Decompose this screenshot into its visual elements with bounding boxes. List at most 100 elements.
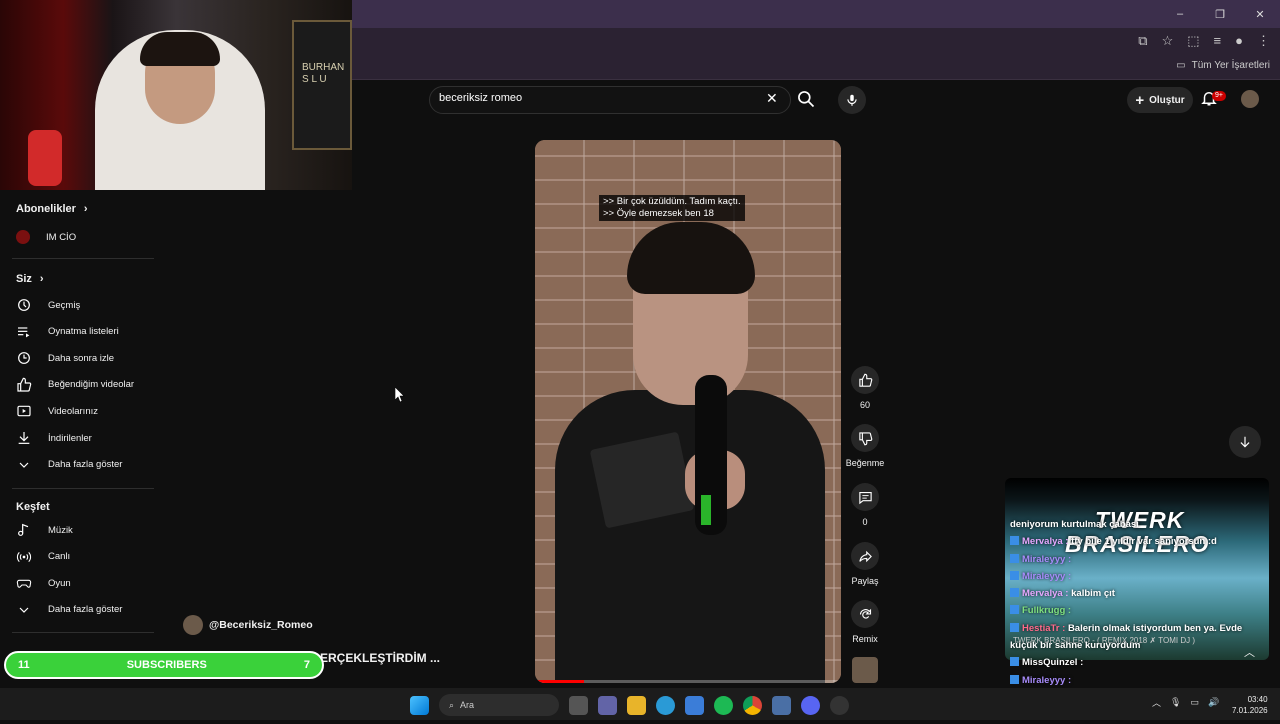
dislike-button[interactable]: Beğenme: [846, 424, 884, 468]
chat-text: deniyorum kurtulmak çabası: [1010, 519, 1139, 530]
chat-message: Miraleyyy :: [1010, 551, 1280, 568]
sidebar-item-explore-3[interactable]: Daha fazla göster: [16, 602, 122, 618]
sidebar-item-you-5[interactable]: İndirilenler: [16, 430, 92, 446]
share-button[interactable]: Paylaş: [846, 542, 884, 586]
divider: [12, 632, 154, 633]
sidebar-item-explore-2[interactable]: Oyun: [16, 575, 71, 591]
chat-username: MissQuinzel :: [1022, 657, 1084, 669]
thumbs-down-icon: [858, 431, 872, 445]
media-control-icon[interactable]: ≡: [1214, 33, 1222, 49]
sidebar-item-you-0[interactable]: Geçmiş: [16, 297, 80, 313]
channel-avatar: [16, 230, 30, 244]
badge-icon: [1010, 622, 1019, 632]
file-explorer-icon[interactable]: [627, 695, 646, 715]
sound-avatar[interactable]: [852, 657, 878, 683]
taskbar-search[interactable]: ⌕ Ara: [439, 694, 559, 716]
sidebar-item-you-6[interactable]: Daha fazla göster: [16, 457, 122, 473]
mouse-cursor: [394, 386, 405, 408]
subs-current: 11: [18, 659, 30, 671]
chevron-down-icon: [19, 607, 29, 613]
extensions-icon[interactable]: ⬚: [1187, 33, 1199, 49]
video-title[interactable]: ERÇEKLEŞTİRDİM ...: [320, 651, 440, 665]
minimize-button[interactable]: –: [1160, 0, 1200, 28]
discord-icon[interactable]: [801, 695, 820, 715]
performer-body: [555, 390, 825, 683]
profile-icon[interactable]: ●: [1235, 33, 1243, 49]
badge-icon: [1010, 588, 1019, 598]
you-title: Siz: [16, 273, 32, 285]
account-avatar[interactable]: [1241, 90, 1259, 108]
dislike-label: Beğenme: [845, 458, 885, 468]
sidebar-item-you-1[interactable]: Oynatma listeleri: [16, 324, 119, 340]
video-icon: [17, 406, 31, 417]
obs-icon[interactable]: [830, 695, 849, 715]
maximize-button[interactable]: ❐: [1200, 0, 1240, 28]
chat-username: Miraleyyy :: [1022, 553, 1072, 565]
voice-search-button[interactable]: [838, 86, 866, 114]
microphone-icon: [847, 94, 857, 106]
sidebar-item-you-3[interactable]: Beğendiğim videolar: [16, 377, 134, 393]
task-view-icon[interactable]: [569, 695, 588, 715]
thumbs-up-icon: [858, 373, 872, 387]
system-tray: ︿ 🎙 ▭ 🔊: [1152, 696, 1219, 709]
taskbar-clock[interactable]: 03:40 7.01.2026: [1232, 694, 1268, 716]
stream-chat: deniyorum kurtulmak çabası Mervalya : tfy…: [1010, 516, 1280, 720]
remix-button[interactable]: Remix: [846, 600, 884, 644]
chat-text: tfy bile 1 yıldır var sanıyorsun :d: [1071, 536, 1217, 548]
chrome-icon[interactable]: [743, 695, 762, 715]
progress-bar[interactable]: [535, 680, 841, 683]
chat-message: Mervalya : kalbim çıt: [1010, 585, 1280, 602]
sidebar-item-explore-1[interactable]: Canlı: [16, 549, 70, 565]
badge-icon: [1010, 674, 1019, 684]
sidebar-item-explore-0[interactable]: Müzik: [16, 522, 73, 538]
like-button[interactable]: 60: [846, 366, 884, 410]
volume-icon[interactable]: 🔊: [1208, 697, 1219, 708]
divider: [12, 258, 154, 259]
create-button[interactable]: + Oluştur: [1127, 87, 1193, 113]
edge-icon[interactable]: [656, 695, 675, 715]
search-query[interactable]: beceriksiz romeo: [439, 92, 522, 104]
clear-search-icon[interactable]: ✕: [766, 90, 778, 107]
subs-remaining: 7: [303, 659, 310, 671]
music-icon: [18, 523, 29, 536]
chat-message: deniyorum kurtulmak çabası: [1010, 516, 1280, 533]
microphone-icon[interactable]: 🎙: [1170, 697, 1181, 708]
search-button[interactable]: [796, 89, 818, 111]
sidebar-item-you-4[interactable]: Videolarınız: [16, 403, 98, 419]
tray-expand-icon[interactable]: ︿: [1152, 696, 1161, 709]
chevron-right-icon: ›: [83, 203, 88, 215]
short-video-player[interactable]: >> Bir çok üzüldüm. Tadım kaçtı. >> Öyle…: [535, 140, 841, 683]
channel-handle: @Beceriksiz_Romeo: [209, 619, 313, 631]
chat-username: HestiaTr :: [1022, 622, 1068, 634]
badge-icon: [1010, 570, 1019, 580]
explore-header: Keşfet: [16, 501, 50, 513]
chat-message: HestiaTr : Balerin olmak istiyordum ben …: [1010, 620, 1280, 637]
spotify-icon[interactable]: [714, 695, 733, 715]
close-window-button[interactable]: ✕: [1240, 0, 1280, 28]
windows-start-icon[interactable]: [410, 695, 429, 715]
chat-username: Mervalya :: [1022, 536, 1072, 548]
menu-dots-icon[interactable]: ⋮: [1257, 33, 1270, 49]
subtitle-line: >> Öyle demezsek ben 18: [603, 208, 714, 219]
settings-app-icon[interactable]: [772, 695, 791, 715]
you-header[interactable]: Siz ›: [16, 273, 44, 285]
all-bookmarks-link[interactable]: ▭ Tüm Yer İşaretleri: [1176, 60, 1270, 71]
bookmark-star-icon[interactable]: ☆: [1162, 33, 1174, 49]
plus-icon: +: [1135, 91, 1145, 109]
subscription-channel-item[interactable]: IM CİO: [16, 230, 76, 244]
display-icon[interactable]: ▭: [1190, 697, 1199, 708]
chat-text: kalbim çıt: [1071, 588, 1115, 600]
store-icon[interactable]: [685, 695, 704, 715]
explore-title: Keşfet: [16, 501, 50, 513]
download-icon: [18, 432, 30, 444]
nav-label: Daha sonra izle: [48, 352, 115, 364]
subscriptions-header[interactable]: Abonelikler ›: [16, 203, 88, 215]
chat-text: küçük bir sahne kuruyordum: [1010, 640, 1141, 652]
next-video-button[interactable]: [1229, 426, 1261, 458]
teams-icon[interactable]: [598, 695, 617, 715]
comments-button[interactable]: 0: [846, 483, 884, 527]
channel-info[interactable]: @Beceriksiz_Romeo: [183, 615, 313, 635]
sidebar-item-you-2[interactable]: Daha sonra izle: [16, 350, 114, 366]
install-app-icon[interactable]: ⧉: [1138, 33, 1147, 49]
nav-label: Daha fazla göster: [48, 604, 123, 616]
